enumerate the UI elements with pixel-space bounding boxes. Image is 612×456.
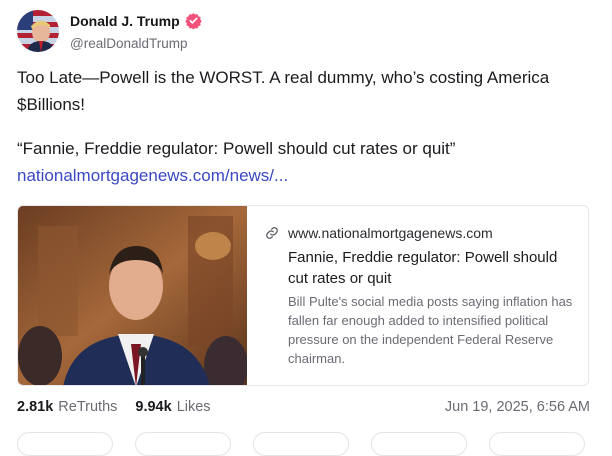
more-button[interactable] (489, 432, 585, 456)
avatar-image (17, 10, 59, 52)
post-link[interactable]: nationalmortgagenews.com/news/... (17, 162, 288, 189)
likes-count[interactable]: 9.94k (135, 399, 171, 415)
retruth-button[interactable] (135, 432, 231, 456)
link-preview-image (18, 206, 247, 385)
like-button[interactable] (253, 432, 349, 456)
likes-label[interactable]: Likes (177, 399, 211, 415)
author-name-row: Donald J. Trump (70, 12, 202, 30)
retruths-count[interactable]: 2.81k (17, 399, 53, 415)
post-text: Too Late—Powell is the WORST. A real dum… (17, 68, 550, 114)
link-preview-domain-row: www.nationalmortgagenews.com (265, 225, 493, 241)
avatar[interactable] (17, 10, 59, 52)
author-handle[interactable]: @realDonaldTrump (70, 36, 188, 51)
action-button-row (17, 432, 589, 456)
verified-badge-icon (184, 12, 202, 30)
share-button[interactable] (371, 432, 467, 456)
link-preview-title: Fannie, Freddie regulator: Powell should… (288, 249, 558, 287)
display-name[interactable]: Donald J. Trump (70, 13, 180, 29)
link-preview-domain: www.nationalmortgagenews.com (288, 225, 493, 241)
reply-button[interactable] (17, 432, 113, 456)
post-timestamp[interactable]: Jun 19, 2025, 6:56 AM (445, 399, 590, 415)
link-icon (265, 226, 279, 240)
post-quote: “Fannie, Freddie regulator: Powell shoul… (17, 139, 456, 158)
link-preview-card[interactable]: www.nationalmortgagenews.com Fannie, Fre… (17, 205, 589, 386)
engagement-stats: 2.81k ReTruths 9.94k Likes (17, 399, 211, 415)
retruths-label[interactable]: ReTruths (58, 399, 117, 415)
link-preview-description: Bill Pulte's social media posts saying i… (288, 294, 573, 366)
